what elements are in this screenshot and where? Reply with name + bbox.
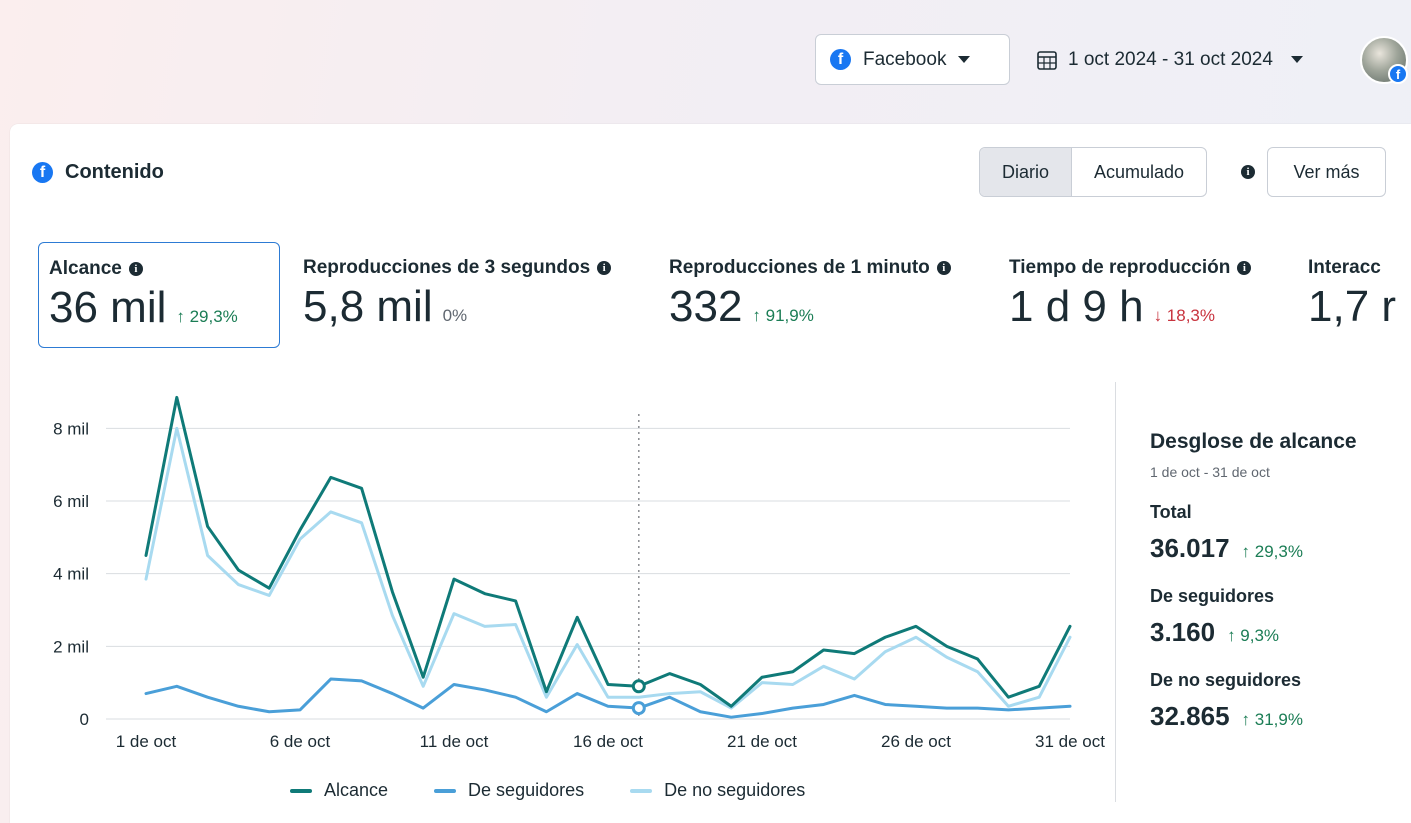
legend-swatch	[630, 788, 653, 793]
hover-marker	[631, 701, 646, 716]
platform-label: Facebook	[863, 48, 947, 70]
total-delta: ↑ 29,3%	[1241, 542, 1303, 561]
chevron-down-icon	[958, 56, 971, 63]
followers-delta: ↑ 9,3%	[1227, 626, 1280, 645]
metric-delta: ↓ 18,3%	[1153, 306, 1215, 325]
x-tick-label: 6 de oct	[270, 732, 331, 751]
nonfollowers-label: De no seguidores	[1150, 670, 1302, 690]
breakdown-date: 1 de oct - 31 de oct	[1150, 464, 1270, 480]
see-more-button[interactable]: Ver más	[1267, 147, 1386, 197]
date-range-label: 1 oct 2024 - 31 oct 2024	[1068, 48, 1273, 70]
divider	[1115, 382, 1116, 802]
date-range-picker[interactable]: 1 oct 2024 - 31 oct 2024	[1036, 34, 1303, 85]
content-card: f Contenido Diario Acumulado i Ver más A…	[10, 124, 1411, 823]
series-line-0	[144, 395, 1072, 708]
facebook-badge-icon: f	[1388, 64, 1408, 84]
info-icon[interactable]: i	[1237, 261, 1252, 275]
series-line-2	[144, 426, 1072, 710]
chevron-down-icon	[1290, 56, 1303, 63]
legend-item[interactable]: De no seguidores	[630, 780, 805, 801]
x-tick-label: 31 de oct	[1035, 732, 1105, 751]
nonfollowers-delta: ↑ 31,9%	[1241, 710, 1303, 729]
calendar-icon	[1037, 50, 1057, 70]
hover-marker	[631, 679, 646, 694]
followers-value: 3.160	[1150, 617, 1216, 647]
x-tick-label: 26 de oct	[881, 732, 951, 751]
reach-breakdown: Desglose de alcance 1 de oct - 31 de oct…	[1150, 430, 1400, 732]
x-tick-label: 21 de oct	[727, 732, 797, 751]
legend-swatch	[434, 788, 457, 793]
nonfollowers-value: 32.865	[1150, 701, 1230, 731]
info-icon[interactable]: i	[1241, 165, 1255, 179]
y-tick-label: 8 mil	[53, 419, 89, 438]
x-tick-label: 16 de oct	[573, 732, 643, 751]
total-value: 36.017	[1150, 533, 1230, 563]
y-tick-label: 2 mil	[53, 637, 89, 656]
y-tick-label: 0	[80, 710, 89, 729]
metric-label: Interacc	[1308, 257, 1381, 278]
legend-label: Alcance	[324, 780, 389, 800]
legend-swatch	[290, 788, 312, 793]
legend-item[interactable]: De seguidores	[434, 780, 584, 801]
breakdown-title: Desglose de alcance	[1150, 430, 1357, 453]
y-tick-label: 4 mil	[53, 565, 89, 584]
metric-interactions[interactable]: Interacc 1,7 r	[1298, 242, 1411, 348]
followers-label: De seguidores	[1150, 586, 1275, 606]
chart-legend: Alcance De seguidores De no seguidores	[290, 780, 805, 801]
legend-item[interactable]: Alcance	[290, 780, 388, 801]
x-tick-label: 11 de oct	[420, 732, 489, 751]
x-tick-label: 1 de oct	[116, 732, 177, 751]
reach-line-chart: 0 2 mil 4 mil 6 mil 8 mil 1 de oct 6 de oct 11 …	[53, 395, 1105, 751]
platform-dropdown[interactable]: f Facebook	[815, 34, 1010, 85]
legend-label: De seguidores	[468, 780, 585, 800]
metric-value: 1,7 r	[1308, 282, 1397, 331]
total-label: Total	[1150, 502, 1192, 522]
facebook-icon: f	[830, 49, 851, 70]
y-tick-label: 6 mil	[53, 492, 89, 511]
top-bar: f Facebook 1 oct 2024 - 31 oct 2024 f	[0, 0, 1411, 124]
legend-label: De no seguidores	[664, 780, 806, 800]
